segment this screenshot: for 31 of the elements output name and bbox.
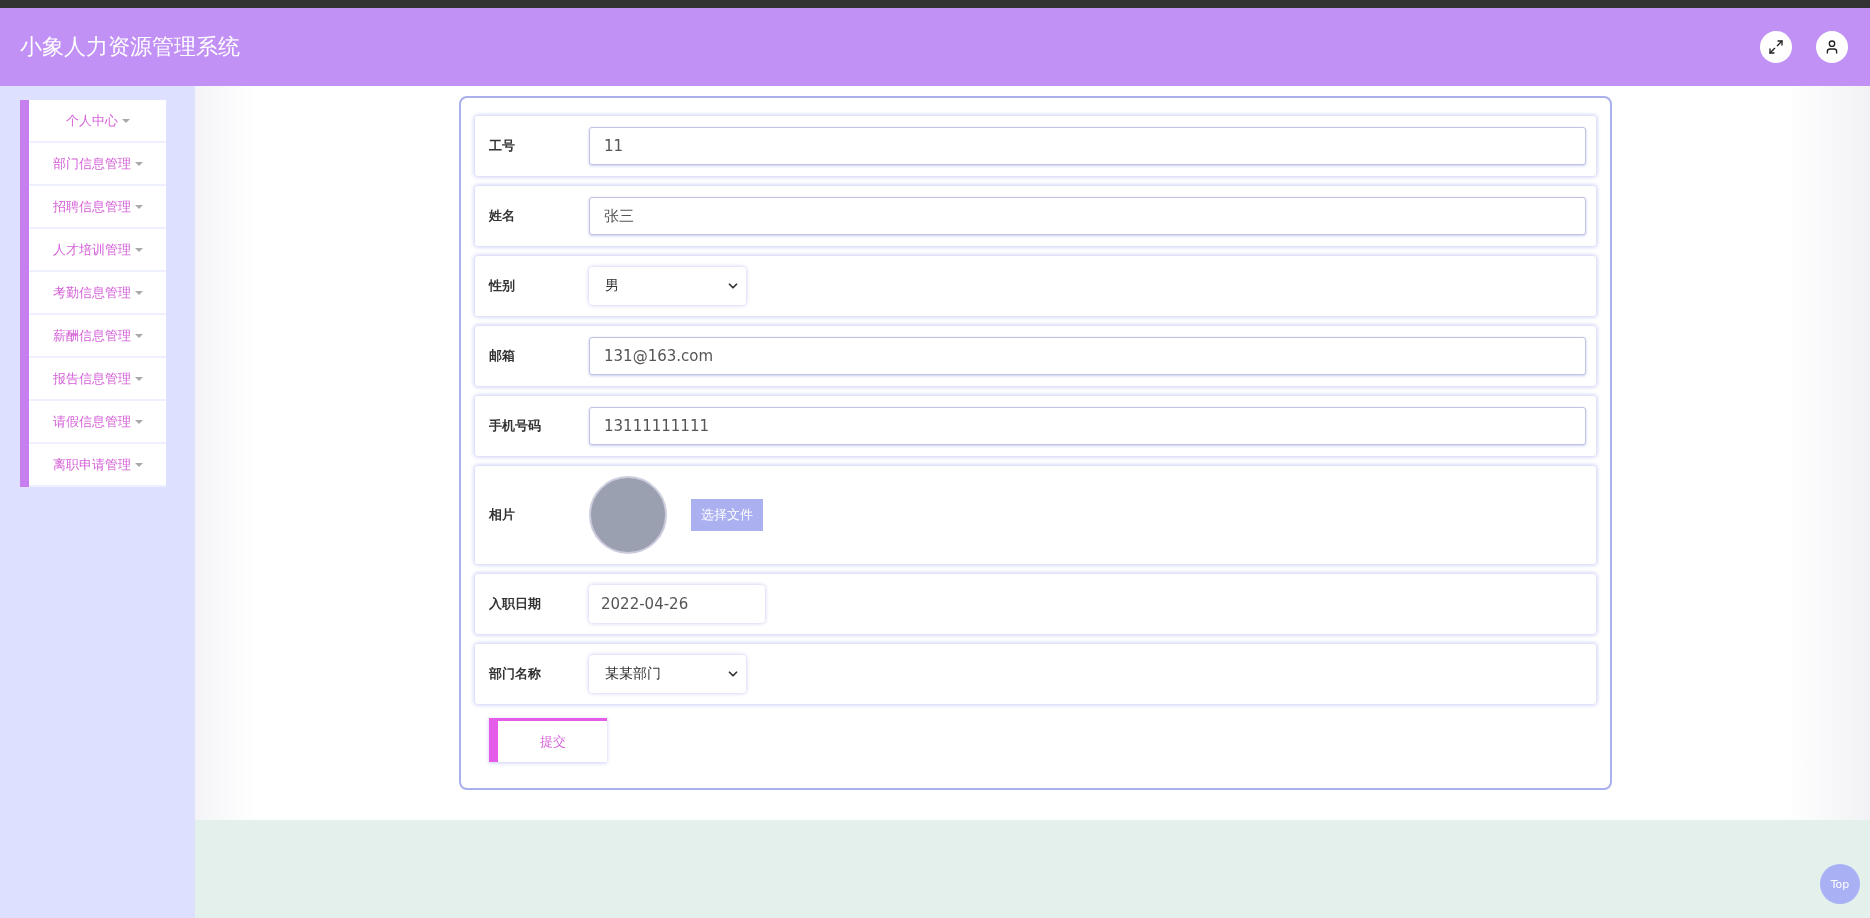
field-label: 性别 [489, 277, 516, 295]
select-field[interactable]: 男 [589, 267, 746, 305]
input-field[interactable]: 11 [589, 127, 1586, 165]
field-label: 部门名称 [489, 665, 542, 683]
caret-icon [121, 118, 130, 123]
user-button[interactable] [1816, 31, 1848, 63]
choose-file-button[interactable]: 选择文件 [691, 499, 763, 531]
field-label: 手机号码 [489, 417, 542, 435]
fullscreen-button[interactable] [1760, 31, 1792, 63]
input-field[interactable]: 131@163.com [589, 337, 1586, 375]
caret-icon [134, 161, 143, 166]
caret-icon [134, 247, 143, 252]
field-label: 姓名 [489, 207, 516, 225]
caret-icon [134, 333, 143, 338]
field-label: 工号 [489, 137, 516, 155]
input-field[interactable]: 13111111111 [589, 407, 1586, 445]
submit-button[interactable]: 提交 [489, 718, 607, 762]
field-label: 入职日期 [489, 595, 542, 613]
user-icon [1824, 39, 1840, 55]
caret-icon [134, 462, 143, 467]
select-field[interactable]: 某某部门 [589, 655, 746, 693]
date-field[interactable]: 2022-04-26 [589, 585, 765, 623]
app-title: 小象人力资源管理系统 [20, 33, 240, 61]
caret-icon [134, 290, 143, 295]
caret-icon [134, 376, 143, 381]
field-label: 相片 [489, 506, 516, 524]
field-label: 邮箱 [489, 347, 516, 365]
caret-icon [134, 204, 143, 209]
input-field[interactable]: 张三 [589, 197, 1586, 235]
expand-arrows-icon [1768, 39, 1784, 55]
caret-icon [134, 419, 143, 424]
